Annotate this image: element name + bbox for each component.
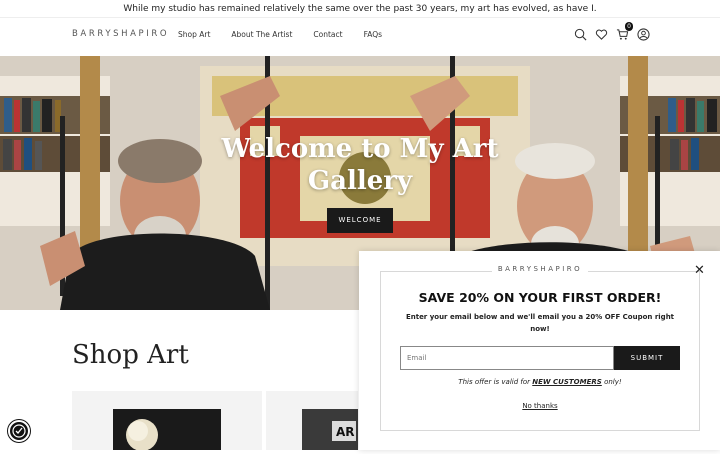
nav-shop-art[interactable]: Shop Art [178,30,210,39]
product-card[interactable]: AR [266,391,358,450]
no-thanks-link[interactable]: No thanks [380,402,700,410]
nav-about-artist[interactable]: About The Artist [231,30,292,39]
offer-note: This offer is valid for NEW CUSTOMERS on… [380,378,700,386]
product-image: AR [302,409,358,450]
nav-faqs[interactable]: FAQs [364,30,382,39]
main-nav: Shop Art About The Artist Contact FAQs [178,30,382,39]
site-logo[interactable]: BARRYSHAPIRO [72,29,169,39]
heart-icon[interactable] [595,26,608,40]
popup-logo: BARRYSHAPIRO [380,265,700,273]
offer-suffix: only! [604,378,622,386]
popup-headline: SAVE 20% ON YOUR FIRST ORDER! [418,290,662,305]
svg-text:AR: AR [336,425,355,439]
product-card[interactable] [72,391,262,451]
close-icon[interactable]: ✕ [694,264,705,277]
search-icon[interactable] [574,26,587,41]
cart-count-badge: 0 [625,22,633,31]
product-image [113,409,221,451]
offer-highlight: NEW CUSTOMERS [532,378,602,386]
shop-art-title: Shop Art [72,340,189,370]
accessibility-icon[interactable] [8,420,30,442]
header-icons: 0 [574,22,650,41]
cart-icon[interactable]: 0 [616,22,633,40]
hero-title: Welcome to My Art Gallery [221,134,499,196]
offer-prefix: This offer is valid for [458,378,531,386]
announcement-text: While my studio has remained relatively … [123,4,597,14]
welcome-button[interactable]: WELCOME [327,208,393,233]
account-icon[interactable] [637,26,650,41]
announcement-bar: While my studio has remained relatively … [0,0,720,18]
popup-subtext: Enter your email below and we'll email y… [405,313,675,333]
nav-contact[interactable]: Contact [313,30,342,39]
site-header: BARRYSHAPIRO Shop Art About The Artist C… [0,18,720,56]
popup-logo-text: BARRYSHAPIRO [491,265,589,273]
submit-button[interactable]: SUBMIT [614,346,680,370]
email-field[interactable] [400,346,614,370]
